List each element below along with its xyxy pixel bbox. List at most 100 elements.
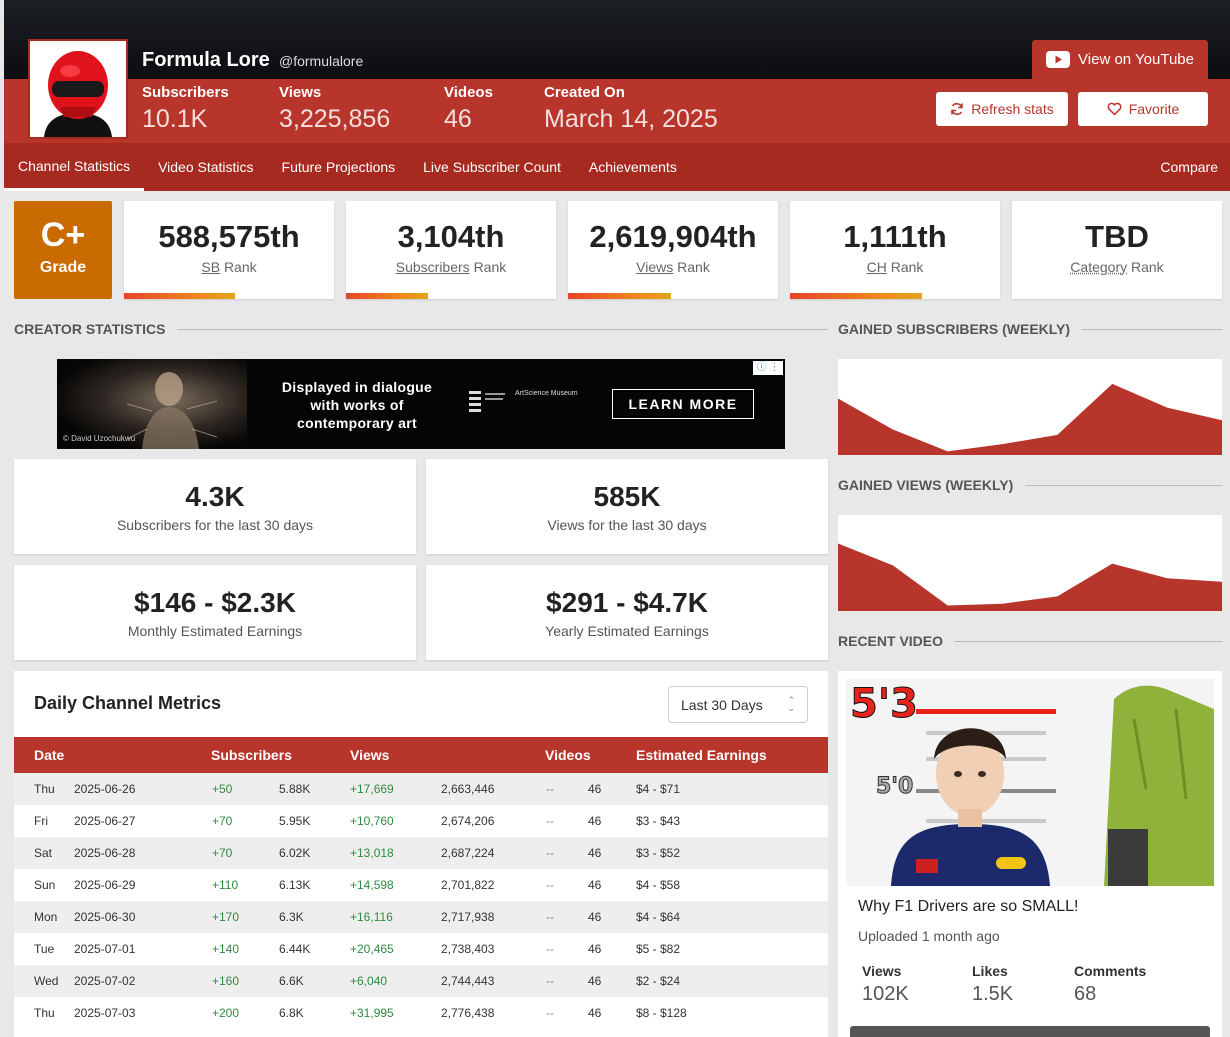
video-thumbnail[interactable]: 5'3 5'0 xyxy=(846,679,1214,886)
table-row: Wed 2025-07-02 +160 6.6K +6,040 2,744,443 -- 46… xyxy=(14,965,828,997)
cell-videos: 46 xyxy=(588,878,602,892)
table-row: Tue 2025-07-01 +140 6.44K +20,465 2,738,403 --… xyxy=(14,933,828,965)
ad-banner[interactable]: © David Uzochukwu Displayed in dialogue … xyxy=(57,359,785,449)
cell-date: 2025-06-26 xyxy=(74,782,136,796)
rank-suffix: Rank xyxy=(1131,259,1164,275)
rank-value: 2,619,904th xyxy=(589,219,757,254)
rank-link[interactable]: Views xyxy=(636,259,673,275)
cell-day: Fri xyxy=(34,814,48,828)
cell-subs: 6.8K xyxy=(279,1006,304,1020)
cell-view-delta: +31,995 xyxy=(350,1006,394,1020)
stat-label: Subscribers xyxy=(142,84,229,101)
rank-suffix: Rank xyxy=(473,259,507,275)
ad-headline: Displayed in dialogue with works of cont… xyxy=(281,379,433,431)
cell-views: 2,687,224 xyxy=(441,846,495,860)
rank-suffix: Rank xyxy=(890,259,924,275)
cell-subs: 6.02K xyxy=(279,846,311,860)
heart-icon xyxy=(1107,102,1122,116)
date-range-select[interactable]: Last 30 Days ⌃ ⌄ xyxy=(668,686,808,723)
stat-card-label: Yearly Estimated Earnings xyxy=(545,623,709,639)
video-upload-date: Uploaded 1 month ago xyxy=(858,928,1000,944)
cell-date: 2025-07-02 xyxy=(74,974,136,988)
stat-label: Created On xyxy=(544,84,625,101)
cell-vid-delta: -- xyxy=(546,974,554,988)
favorite-button[interactable]: Favorite xyxy=(1078,92,1208,126)
rank-link[interactable]: Category xyxy=(1070,259,1127,275)
tab-video-statistics[interactable]: Video Statistics xyxy=(144,143,267,191)
ad-info-icon[interactable]: ⓘ ⋮ xyxy=(753,361,783,375)
cell-sub-delta: +200 xyxy=(212,1006,240,1020)
video-stat-value: 1.5K xyxy=(972,983,1014,1005)
rank-link[interactable]: CH xyxy=(867,259,887,275)
rank-progress-bar xyxy=(346,293,428,299)
yearly-earnings-card: $291 - $4.7K Yearly Estimated Earnings xyxy=(426,565,828,660)
tab-channel-statistics[interactable]: Channel Statistics xyxy=(4,143,145,191)
rank-card-subscribers: 3,104th Subscribers Rank xyxy=(346,201,556,299)
video-stat-label: Likes xyxy=(972,963,1008,979)
rank-progress-bar xyxy=(790,293,923,299)
section-title: GAINED SUBSCRIBERS (WEEKLY) xyxy=(838,321,1071,337)
ad-logo-text: ArtScience Museum xyxy=(515,390,578,397)
rank-card-ch: 1,111th CH Rank xyxy=(790,201,1000,299)
tab-achievements[interactable]: Achievements xyxy=(575,143,691,191)
cell-view-delta: +20,465 xyxy=(350,942,394,956)
nav-tabs: Channel Statistics Video Statistics Futu… xyxy=(4,143,691,191)
stat-value: March 14, 2025 xyxy=(544,105,718,133)
video-stat-value: 102K xyxy=(862,983,909,1005)
cell-views: 2,776,438 xyxy=(441,1006,495,1020)
cell-day: Mon xyxy=(34,910,58,924)
gained-views-chart xyxy=(838,515,1222,611)
stat-label: Views xyxy=(279,84,322,101)
rank-link[interactable]: SB xyxy=(201,259,220,275)
cell-view-delta: +14,598 xyxy=(350,878,394,892)
cell-day: Thu xyxy=(34,1006,55,1020)
table-row: Thu 2025-07-03 +200 6.8K +31,995 2,776,438 -- 4… xyxy=(14,997,828,1029)
cell-sub-delta: +70 xyxy=(212,846,233,860)
stat-card-value: 585K xyxy=(593,481,661,512)
video-stat-label: Comments xyxy=(1074,963,1147,979)
cell-videos: 46 xyxy=(588,782,602,796)
compare-link[interactable]: Compare xyxy=(1160,143,1218,191)
cell-sub-delta: +50 xyxy=(212,782,233,796)
cell-subs: 6.44K xyxy=(279,942,311,956)
rank-link[interactable]: Subscribers xyxy=(396,259,470,275)
cell-subs: 5.95K xyxy=(279,814,311,828)
cell-date: 2025-07-03 xyxy=(74,1006,136,1020)
cell-vid-delta: -- xyxy=(546,782,554,796)
gained-views-header: GAINED VIEWS (WEEKLY) xyxy=(838,477,1222,493)
video-title[interactable]: Why F1 Drivers are so SMALL! xyxy=(858,898,1079,916)
cell-date: 2025-06-29 xyxy=(74,878,136,892)
creator-statistics-header: CREATOR STATISTICS xyxy=(14,321,828,337)
cell-earnings: $4 - $71 xyxy=(636,782,681,796)
recent-video-card[interactable]: 5'3 5'0 Why F1 Drivers are so SMALL! Upl… xyxy=(838,671,1222,1037)
cell-videos: 46 xyxy=(588,942,602,956)
refresh-icon xyxy=(951,102,964,116)
recent-video-header: RECENT VIDEO xyxy=(838,633,1222,649)
view-on-youtube-button[interactable]: View on YouTube xyxy=(1032,40,1208,79)
tab-future-projections[interactable]: Future Projections xyxy=(268,143,410,191)
tab-live-subscriber-count[interactable]: Live Subscriber Count xyxy=(409,143,575,191)
watch-video-button[interactable] xyxy=(850,1026,1210,1037)
rank-card-views: 2,619,904th Views Rank xyxy=(568,201,778,299)
stat-value: 3,225,856 xyxy=(279,105,391,133)
video-views-stat: Views 102K xyxy=(862,963,909,1006)
cell-videos: 46 xyxy=(588,974,602,988)
ad-learn-more-button[interactable]: LEARN MORE xyxy=(612,389,754,419)
cell-views: 2,663,446 xyxy=(441,782,495,796)
cell-vid-delta: -- xyxy=(546,910,554,924)
video-likes-stat: Likes 1.5K xyxy=(972,963,1013,1006)
cell-day: Wed xyxy=(34,974,59,988)
column-header-views: Views xyxy=(350,747,390,763)
stat-card-label: Subscribers for the last 30 days xyxy=(116,517,314,533)
column-header-date: Date xyxy=(34,747,65,763)
museum-logo-icon xyxy=(469,391,505,412)
table-row: Sat 2025-06-28 +70 6.02K +13,018 2,687,224 -- 4… xyxy=(14,837,828,869)
cell-views: 2,717,938 xyxy=(441,910,495,924)
cell-sub-delta: +160 xyxy=(212,974,240,988)
refresh-label: Refresh stats xyxy=(971,101,1054,117)
section-title: RECENT VIDEO xyxy=(838,633,944,649)
cell-earnings: $2 - $24 xyxy=(636,974,681,988)
gained-subscribers-header: GAINED SUBSCRIBERS (WEEKLY) xyxy=(838,321,1222,337)
refresh-stats-button[interactable]: Refresh stats xyxy=(936,92,1068,126)
channel-avatar[interactable] xyxy=(28,39,128,139)
